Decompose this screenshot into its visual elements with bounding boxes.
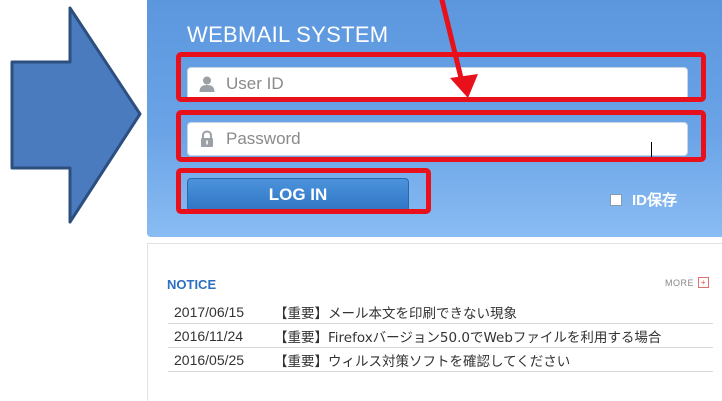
- big-arrow-annotation: [10, 6, 142, 224]
- notice-title: NOTICE: [167, 277, 217, 292]
- notice-subject[interactable]: 【重要】ウィルス対策ソフトを確認してください: [274, 350, 713, 370]
- login-button[interactable]: LOG IN: [187, 178, 409, 212]
- more-link[interactable]: MORE +: [665, 277, 709, 288]
- notice-panel: NOTICE MORE + 2017/06/15 【重要】メール本文を印刷できな…: [147, 243, 722, 401]
- userid-field[interactable]: [187, 67, 688, 101]
- remember-id-checkbox[interactable]: [610, 193, 622, 206]
- text-caret: [651, 142, 652, 160]
- login-panel: WEBMAIL SYSTEM LOG IN ID保存: [147, 0, 722, 237]
- password-input[interactable]: [226, 129, 687, 149]
- password-field[interactable]: [187, 122, 688, 156]
- notice-item[interactable]: 2016/11/24 【重要】Firefoxバージョン50.0でWebファイルを…: [168, 324, 713, 348]
- notice-item[interactable]: 2016/05/25 【重要】ウィルス対策ソフトを確認してください: [168, 348, 713, 372]
- plus-icon: +: [698, 277, 709, 288]
- notice-subject[interactable]: 【重要】メール本文を印刷できない現象: [274, 302, 713, 322]
- notice-date: 2017/06/15: [174, 303, 245, 320]
- lock-icon: [198, 130, 216, 148]
- notice-item[interactable]: 2017/06/15 【重要】メール本文を印刷できない現象: [168, 300, 713, 324]
- more-label: MORE: [665, 277, 694, 288]
- remember-id-label: ID保存: [632, 192, 678, 209]
- notice-date: 2016/05/25: [174, 351, 245, 368]
- user-icon: [198, 75, 216, 93]
- notice-date: 2016/11/24: [174, 327, 244, 344]
- notice-list: 2017/06/15 【重要】メール本文を印刷できない現象 2016/11/24…: [168, 300, 713, 372]
- remember-id-toggle[interactable]: ID保存: [610, 189, 677, 210]
- page-title: WEBMAIL SYSTEM: [187, 22, 389, 47]
- notice-subject[interactable]: 【重要】Firefoxバージョン50.0でWebファイルを利用する場合: [274, 326, 713, 346]
- userid-input[interactable]: [226, 74, 687, 94]
